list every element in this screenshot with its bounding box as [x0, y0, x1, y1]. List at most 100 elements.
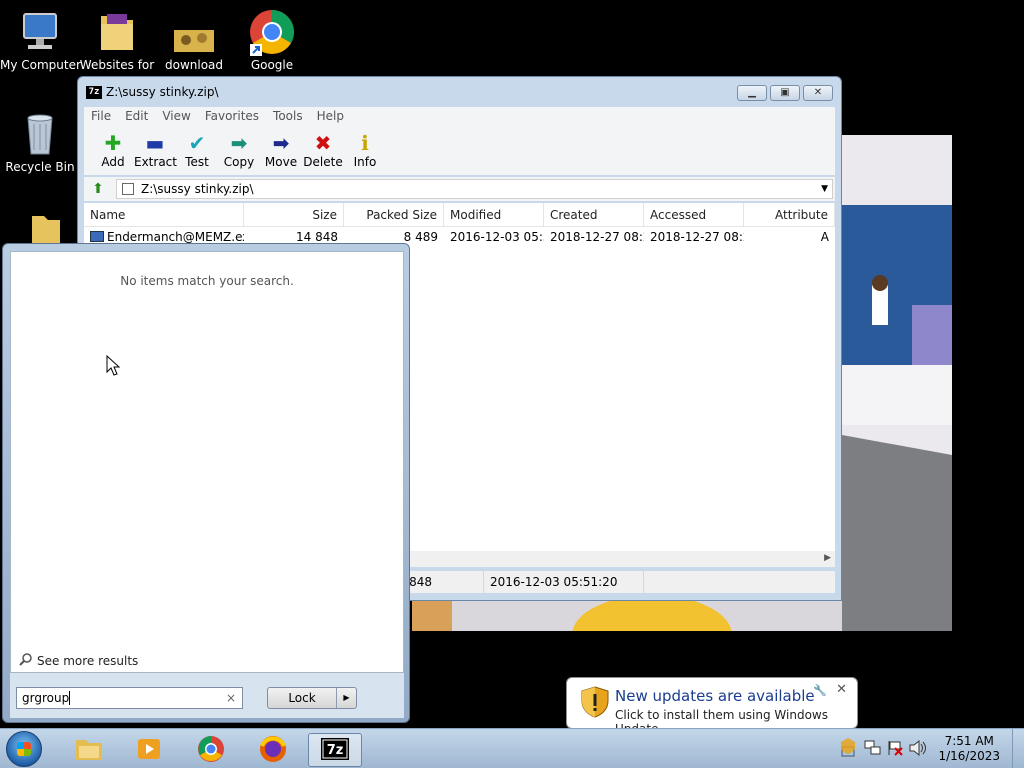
options-icon[interactable]: 🔧 [813, 684, 827, 697]
7zip-icon: 7z [320, 736, 350, 765]
address-bar: ⬆ Z:\sussy stinky.zip\ ▼ [84, 177, 835, 201]
shutdown-options-arrow-icon[interactable]: ▶ [336, 688, 356, 708]
taskbar-media-player[interactable] [122, 733, 176, 767]
menu-tools[interactable]: Tools [273, 107, 303, 125]
desktop-icon-websites[interactable]: Websites for [77, 8, 157, 72]
see-more-results-link[interactable]: See more results [19, 652, 138, 669]
volume-icon[interactable] [908, 739, 928, 760]
test-icon: ✔ [188, 131, 206, 155]
address-text: Z:\sussy stinky.zip\ [141, 182, 254, 196]
search-icon [19, 652, 33, 669]
svg-text:7z: 7z [327, 743, 344, 758]
computer-icon [16, 8, 64, 56]
toolbar-label: Delete [303, 155, 343, 169]
toolbar-copy-button[interactable]: ➡ Copy [218, 125, 260, 175]
toolbar-info-button[interactable]: ℹ Info [344, 125, 386, 175]
column-packed-size[interactable]: Packed Size [344, 203, 444, 226]
shield-icon [581, 686, 609, 721]
taskbar: 7z 7:51 AM 1/16/2023 [0, 728, 1024, 768]
taskbar-chrome[interactable] [184, 733, 238, 767]
exe-file-icon [90, 231, 104, 242]
close-button[interactable]: ✕ [803, 85, 833, 101]
lock-label: Lock [288, 691, 316, 705]
text-caret [69, 691, 71, 705]
toolbar-move-button[interactable]: ➡ Move [260, 125, 302, 175]
address-input[interactable]: Z:\sussy stinky.zip\ ▼ [116, 179, 833, 199]
system-clock[interactable]: 7:51 AM 1/16/2023 [938, 734, 1000, 764]
toolbar-add-button[interactable]: ✚ Add [92, 125, 134, 175]
row-attributes: A [820, 230, 829, 244]
notification-title: New updates are available [615, 687, 815, 705]
file-icon [122, 183, 134, 195]
row-accessed: 2018-12-27 08:27 [650, 230, 744, 244]
clear-search-icon[interactable]: × [226, 688, 236, 708]
lock-button[interactable]: Lock ▶ [267, 687, 357, 709]
menu-help[interactable]: Help [317, 107, 344, 125]
toolbar-label: Extract [134, 155, 177, 169]
toolbar-label: Add [101, 155, 125, 169]
toolbar-label: Test [185, 155, 209, 169]
desktop-icon-label: Websites for [79, 58, 155, 72]
desktop-icon-download[interactable]: download [154, 8, 234, 72]
move-icon: ➡ [272, 131, 290, 155]
delete-icon: ✖ [314, 131, 332, 155]
list-header: Name Size Packed Size Modified Created A… [84, 203, 835, 227]
toolbar-test-button[interactable]: ✔ Test [176, 125, 218, 175]
menu-file[interactable]: File [91, 107, 111, 125]
info-icon: ℹ [361, 131, 369, 155]
copy-icon: ➡ [230, 131, 248, 155]
column-name[interactable]: Name [84, 203, 244, 226]
toolbar-label: Info [353, 155, 377, 169]
desktop-icon-label: Recycle Bin [5, 160, 75, 174]
start-button[interactable] [6, 731, 42, 767]
title-bar[interactable]: 7z Z:\sussy stinky.zip\ ▁ ▣ ✕ [78, 77, 841, 107]
file-explorer-icon [74, 736, 104, 765]
windows-update-flag-icon[interactable] [886, 739, 904, 760]
start-menu[interactable]: No items match your search. See more res… [2, 243, 410, 723]
no-results-text: No items match your search. [120, 274, 294, 288]
desktop-icon-recycle-bin[interactable]: Recycle Bin [0, 110, 80, 174]
toolbar-label: Move [264, 155, 298, 169]
action-center-icon[interactable] [840, 737, 856, 762]
extract-icon: ▬ [145, 131, 165, 155]
folder-up-icon[interactable]: ⬆ [88, 179, 108, 199]
media-player-icon [134, 735, 164, 766]
toolbar-label: Copy [223, 155, 255, 169]
update-notification[interactable]: New updates are available Click to insta… [566, 677, 858, 736]
menu-edit[interactable]: Edit [125, 107, 148, 125]
row-modified: 2016-12-03 05:51 [450, 230, 544, 244]
menu-view[interactable]: View [162, 107, 190, 125]
menu-favorites[interactable]: Favorites [205, 107, 259, 125]
show-desktop-button[interactable] [1012, 729, 1024, 768]
desktop-icon-label: Google [250, 58, 294, 72]
taskbar-explorer[interactable] [62, 733, 116, 767]
column-attributes[interactable]: Attribute [744, 203, 835, 226]
scroll-right-icon[interactable]: ▶ [824, 553, 831, 563]
folder-icon [93, 8, 141, 56]
menu-bar: File Edit View Favorites Tools Help [84, 107, 835, 125]
desktop-icon-my-computer[interactable]: My Computer [0, 8, 81, 72]
7zip-app-icon: 7z [86, 86, 102, 99]
image-icon [170, 8, 218, 56]
recycle-bin-icon [16, 110, 64, 158]
minimize-button[interactable]: ▁ [737, 85, 767, 101]
window-title: Z:\sussy stinky.zip\ [106, 85, 219, 99]
start-search-input[interactable]: grgroup × [16, 687, 243, 709]
clock-date: 1/16/2023 [938, 749, 1000, 763]
column-created[interactable]: Created [544, 203, 644, 226]
clock-time: 7:51 AM [944, 734, 994, 748]
maximize-button[interactable]: ▣ [770, 85, 800, 101]
notification-close-button[interactable]: ✕ [836, 682, 847, 697]
toolbar-delete-button[interactable]: ✖ Delete [302, 125, 344, 175]
column-modified[interactable]: Modified [444, 203, 544, 226]
dropdown-arrow-icon[interactable]: ▼ [821, 180, 828, 198]
firefox-icon [258, 734, 288, 767]
taskbar-firefox[interactable] [246, 733, 300, 767]
chrome-icon [196, 734, 226, 767]
toolbar-extract-button[interactable]: ▬ Extract [134, 125, 177, 175]
desktop-icon-google[interactable]: Google [232, 8, 312, 72]
column-accessed[interactable]: Accessed [644, 203, 744, 226]
taskbar-7zip[interactable]: 7z [308, 733, 362, 767]
network-icon[interactable] [864, 739, 882, 760]
column-size[interactable]: Size [244, 203, 344, 226]
